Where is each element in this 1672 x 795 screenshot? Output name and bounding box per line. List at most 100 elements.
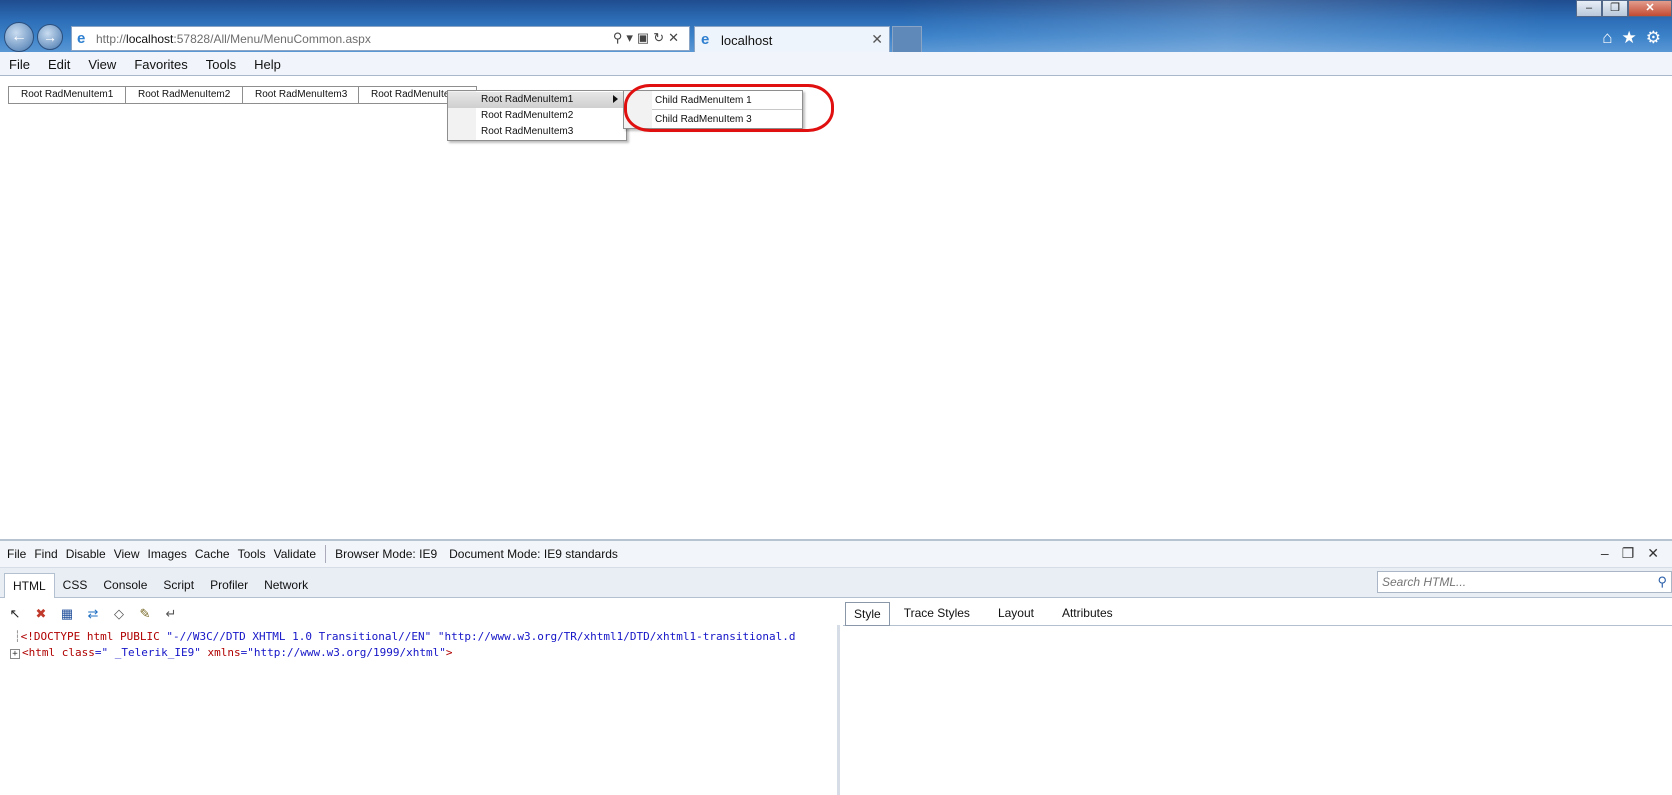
root-menu-item-3[interactable]: Root RadMenuItem3 <box>243 87 359 103</box>
menu-tools[interactable]: Tools <box>197 52 245 77</box>
titlebar-shine <box>900 0 1550 52</box>
new-tab-button[interactable] <box>892 26 922 52</box>
word-wrap-icon[interactable]: ↵ <box>163 606 179 622</box>
menu-view[interactable]: View <box>79 52 125 77</box>
doctype-system-id: "http://www.w3.org/TR/xhtml1/DTD/xhtml1-… <box>431 630 796 643</box>
minimize-button[interactable]: – <box>1576 0 1602 17</box>
attr-xmlns-value: ="http://www.w3.org/1999/xhtml" <box>240 646 446 659</box>
doctype-token: <!DOCTYPE html PUBLIC <box>20 630 167 643</box>
menu-file[interactable]: File <box>0 52 39 77</box>
browser-mode-value: IE9 <box>419 547 438 561</box>
red-highlight-annotation <box>624 84 834 132</box>
code-line-html[interactable]: + <html class=" _Telerik_IE9" xmlns="http… <box>10 646 453 659</box>
dom-element-icon[interactable]: ◇ <box>111 606 127 622</box>
root-menu-item-1[interactable]: Root RadMenuItem1 <box>9 87 126 103</box>
tab-trace-styles[interactable]: Trace Styles <box>890 602 984 624</box>
compat-view-icon[interactable]: ▣ <box>637 30 653 45</box>
style-pane: Style Trace Styles Layout Attributes <box>843 599 1672 795</box>
tab-profiler[interactable]: Profiler <box>202 573 256 597</box>
favorites-star-icon[interactable]: ★ <box>1622 28 1646 47</box>
devtools-menu-find[interactable]: Find <box>30 541 61 567</box>
address-bar[interactable]: e http://localhost:57828/All/Menu/MenuCo… <box>71 26 690 51</box>
address-path: :57828/All/Menu/MenuCommon.aspx <box>173 32 371 46</box>
tag-close-token: > <box>445 646 453 659</box>
document-mode-menu[interactable]: Document Mode: IE9 standards <box>441 541 622 567</box>
developer-tools-panel: File Find Disable View Images Cache Tool… <box>0 539 1672 795</box>
clear-outlines-icon[interactable]: ✖ <box>33 606 49 622</box>
tab-network[interactable]: Network <box>256 573 316 597</box>
expand-node-icon[interactable]: + <box>10 649 20 659</box>
tab-layout[interactable]: Layout <box>984 602 1048 624</box>
refresh-dom-icon[interactable]: ⇄ <box>85 606 101 622</box>
tab-script[interactable]: Script <box>155 573 202 597</box>
ie-icon: e <box>77 30 86 47</box>
root-menu-item-2[interactable]: Root RadMenuItem2 <box>126 87 243 103</box>
browser-mode-label: Browser Mode: <box>335 547 416 561</box>
forward-button[interactable]: → <box>37 24 63 50</box>
devtools-menu-view[interactable]: View <box>110 541 144 567</box>
style-pane-tabs: Style Trace Styles Layout Attributes <box>843 599 1672 626</box>
stop-icon[interactable]: ✕ <box>668 30 683 45</box>
devtools-menu-tools[interactable]: Tools <box>234 541 270 567</box>
address-url[interactable]: http://localhost:57828/All/Menu/MenuComm… <box>96 32 371 46</box>
menu-favorites[interactable]: Favorites <box>125 52 196 77</box>
tab-css[interactable]: CSS <box>55 573 96 597</box>
submenu-item-1[interactable]: Root RadMenuItem1 <box>448 92 626 108</box>
submenu-item-3[interactable]: Root RadMenuItem3 <box>448 124 626 140</box>
rad-menu: Root RadMenuItem1 Root RadMenuItem2 Root… <box>8 86 477 104</box>
submenu-arrow-icon <box>613 95 618 103</box>
menu-help[interactable]: Help <box>245 52 290 77</box>
devtools-window-controls: –❐✕ <box>1601 545 1672 562</box>
search-icon[interactable]: ⚲ <box>613 30 627 45</box>
close-tab-icon[interactable]: ✕ <box>871 31 883 48</box>
refresh-icon[interactable]: ↻ <box>653 30 668 45</box>
tab-html[interactable]: HTML <box>4 573 55 598</box>
browser-menubar: File Edit View Favorites Tools Help <box>0 52 1672 76</box>
devtools-menu-file[interactable]: File <box>0 541 30 567</box>
devtools-menu-validate[interactable]: Validate <box>270 541 320 567</box>
submenu-item-2[interactable]: Root RadMenuItem2 <box>448 108 626 124</box>
submenu-level-1: Root RadMenuItem1 Root RadMenuItem2 Root… <box>447 90 627 141</box>
gear-icon[interactable]: ⚙ <box>1646 28 1670 47</box>
devtools-menu-images[interactable]: Images <box>144 541 191 567</box>
undock-icon[interactable]: ❐ <box>1622 545 1648 561</box>
back-button[interactable]: ← <box>4 22 34 52</box>
dropdown-icon[interactable]: ▾ <box>626 30 637 45</box>
attr-class-value: =" _Telerik_IE9" <box>94 646 208 659</box>
devtools-menu-disable[interactable]: Disable <box>62 541 110 567</box>
doctype-public-id: "-//W3C//DTD XHTML 1.0 Transitional//EN" <box>166 630 432 643</box>
select-element-icon[interactable]: ↖ <box>7 606 23 622</box>
menu-separator <box>325 545 327 563</box>
submenu-item-label: Root RadMenuItem1 <box>481 94 574 105</box>
address-prefix: http:// <box>96 32 127 46</box>
attr-class-name: class <box>61 646 95 659</box>
document-mode-value: IE9 standards <box>543 547 618 561</box>
code-line-doctype[interactable]: ┆<!DOCTYPE html PUBLIC "-//W3C//DTD XHTM… <box>14 630 795 643</box>
tab-style[interactable]: Style <box>845 602 890 626</box>
browser-titlebar: ← → e http://localhost:57828/All/Menu/Me… <box>0 0 1672 52</box>
tab-attributes[interactable]: Attributes <box>1048 602 1127 624</box>
browser-tab[interactable]: e localhost ✕ <box>694 26 890 52</box>
search-icon[interactable]: ⚲ <box>1657 574 1667 590</box>
tab-console[interactable]: Console <box>95 573 155 597</box>
edit-icon[interactable]: ✎ <box>137 606 153 622</box>
search-html-box: ⚲ <box>1377 571 1672 593</box>
forward-arrow-icon: → <box>43 29 57 45</box>
ie-icon: e <box>701 31 710 48</box>
search-html-input[interactable] <box>1378 572 1638 592</box>
devtools-toolbar: ↖ ✖ ▦ ⇄ ◇ ✎ ↵ <box>0 599 840 625</box>
restore-button[interactable]: ❐ <box>1602 0 1628 17</box>
devtools-menubar: File Find Disable View Images Cache Tool… <box>0 541 1672 568</box>
toolbar-icons: ⌂★⚙ <box>1602 28 1670 48</box>
browser-mode-menu[interactable]: Browser Mode: IE9 <box>331 541 441 567</box>
close-window-button[interactable]: ✕ <box>1628 0 1672 17</box>
close-icon[interactable]: ✕ <box>1647 545 1672 561</box>
html-tag-token: <html <box>22 646 62 659</box>
devtools-menu-cache[interactable]: Cache <box>191 541 234 567</box>
address-tools[interactable]: ⚲▾▣↻✕ <box>613 30 683 46</box>
home-icon[interactable]: ⌂ <box>1602 28 1621 47</box>
html-tree-pane: ┆<!DOCTYPE html PUBLIC "-//W3C//DTD XHTM… <box>0 625 840 795</box>
minimize-icon[interactable]: – <box>1601 545 1622 561</box>
menu-edit[interactable]: Edit <box>39 52 79 77</box>
save-icon[interactable]: ▦ <box>59 606 75 622</box>
